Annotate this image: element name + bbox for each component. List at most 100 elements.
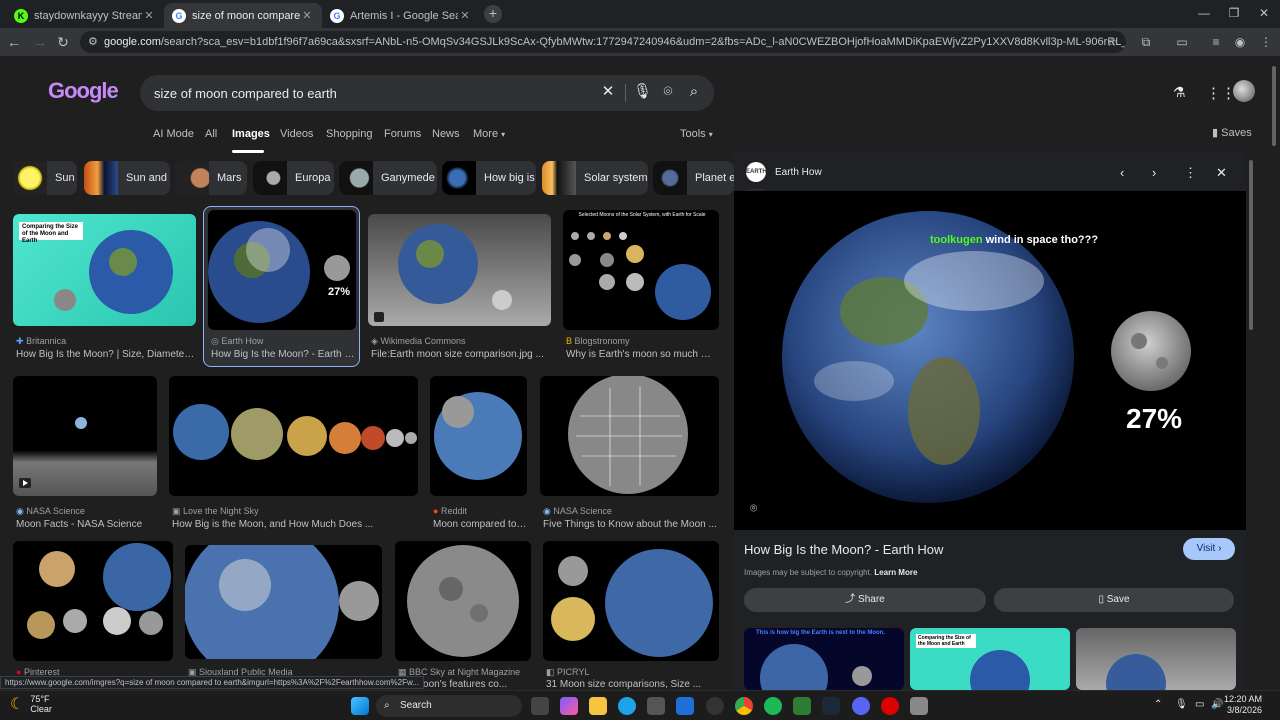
- tab-images[interactable]: Images: [232, 128, 270, 140]
- browser-tab-active[interactable]: G size of moon compared to earth ✕: [164, 3, 322, 28]
- reload-icon[interactable]: ↻: [55, 34, 71, 50]
- bookmark-star-icon[interactable]: ☆: [1104, 34, 1120, 50]
- volume-icon[interactable]: 🔊: [1211, 699, 1223, 710]
- weather-widget[interactable]: ☾ 75°F Clear: [10, 694, 52, 714]
- opera-icon[interactable]: [881, 697, 899, 715]
- preview-title[interactable]: How Big Is the Moon? - Earth How: [744, 542, 943, 557]
- close-window-icon[interactable]: ✕: [1254, 6, 1274, 20]
- panel-scrollbar[interactable]: [1249, 160, 1253, 330]
- system-clock[interactable]: 12:20 AM 3/8/2026: [1224, 694, 1262, 716]
- clear-search-icon[interactable]: ✕: [600, 84, 616, 100]
- spotify-icon[interactable]: [764, 697, 782, 715]
- tab-all[interactable]: All: [205, 128, 217, 140]
- result-card[interactable]: Comparing the Size of the Moon and Earth…: [13, 214, 196, 364]
- task-view-icon[interactable]: [531, 697, 549, 715]
- preview-site-name[interactable]: Earth How: [775, 167, 822, 178]
- chip-sun[interactable]: Sun: [13, 161, 77, 195]
- labs-flask-icon[interactable]: ⚗: [1173, 84, 1186, 101]
- menu-icon[interactable]: ⋮: [1258, 34, 1274, 50]
- browser-tab[interactable]: K staydownkayyy Stream - Watch ✕: [6, 3, 164, 28]
- chrome-icon[interactable]: [735, 697, 753, 715]
- close-tab-icon[interactable]: ✕: [142, 9, 156, 22]
- related-image[interactable]: [1076, 628, 1236, 690]
- chip-sun-and[interactable]: Sun and: [84, 161, 170, 195]
- edge-icon[interactable]: [618, 697, 636, 715]
- result-card-selected[interactable]: 27% ◎ Earth How How Big Is the Moon? - E…: [208, 210, 356, 364]
- chip-planet-earth[interactable]: Planet ea: [653, 161, 734, 195]
- github-icon[interactable]: [706, 697, 724, 715]
- result-caption[interactable]: Moon compared to ...: [433, 519, 527, 530]
- tab-shopping[interactable]: Shopping: [326, 128, 373, 140]
- chip-how-big-is[interactable]: How big is: [442, 161, 536, 195]
- back-icon[interactable]: ←: [6, 34, 22, 50]
- result-card[interactable]: ◉ NASA Science Moon Facts - NASA Science: [13, 376, 157, 530]
- result-card[interactable]: ▣ Love the Night Sky How Big is the Moon…: [169, 376, 418, 530]
- extensions-icon[interactable]: ⧉: [1138, 34, 1154, 50]
- page-scrollbar[interactable]: [1272, 66, 1276, 146]
- close-tab-icon[interactable]: ✕: [300, 9, 314, 22]
- more-options-icon[interactable]: ⋮: [1184, 165, 1197, 181]
- result-caption[interactable]: Five Things to Know about the Moon ...: [543, 519, 719, 530]
- visit-button[interactable]: Visit ›: [1183, 538, 1235, 560]
- search-icon[interactable]: ⌕: [686, 84, 702, 100]
- tools-button[interactable]: Tools ▾: [680, 128, 713, 140]
- google-logo[interactable]: Google: [48, 78, 119, 104]
- taskbar-search[interactable]: ⌕ Search: [376, 695, 522, 717]
- steam-icon[interactable]: [822, 697, 840, 715]
- result-caption[interactable]: File:Earth moon size comparison.jpg ...: [371, 349, 551, 360]
- save-button[interactable]: ▯ Save: [994, 588, 1234, 612]
- tab-videos[interactable]: Videos: [280, 128, 313, 140]
- close-preview-icon[interactable]: ✕: [1216, 165, 1227, 181]
- network-icon[interactable]: ▭: [1195, 699, 1204, 710]
- result-card[interactable]: ● Pinterest: [13, 541, 173, 690]
- mail-icon[interactable]: [676, 697, 694, 715]
- related-image[interactable]: Comparing the Size of the Moon and Earth: [910, 628, 1070, 690]
- result-caption[interactable]: Moon Facts - NASA Science: [16, 519, 156, 530]
- tab-news[interactable]: News: [432, 128, 460, 140]
- tray-chevron-icon[interactable]: ⌃: [1154, 699, 1162, 710]
- chip-europa[interactable]: Europa: [253, 161, 334, 195]
- chip-solar-system[interactable]: Solar system: [542, 161, 648, 195]
- cast-icon[interactable]: ▭: [1174, 34, 1190, 50]
- result-caption[interactable]: Why is Earth's moon so much big...: [566, 349, 716, 360]
- result-caption[interactable]: How Big is the Moon, and How Much Does .…: [172, 519, 418, 530]
- close-tab-icon[interactable]: ✕: [458, 9, 472, 22]
- search-input[interactable]: size of moon compared to earth: [140, 75, 714, 111]
- result-caption[interactable]: How Big Is the Moon? - Earth H...: [211, 349, 356, 360]
- lens-camera-icon[interactable]: ⌾: [660, 84, 676, 100]
- site-info-icon[interactable]: ⚙: [88, 35, 98, 48]
- related-image[interactable]: This is how big the Earth is next to the…: [744, 628, 904, 690]
- tab-more[interactable]: More ▾: [473, 128, 505, 140]
- forward-icon[interactable]: →: [32, 34, 48, 50]
- result-card[interactable]: Selected Moons of the Solar System, with…: [563, 210, 719, 364]
- profile-icon[interactable]: ◉: [1232, 34, 1248, 50]
- result-card[interactable]: ◉ NASA Science Five Things to Know about…: [540, 376, 719, 530]
- minimize-icon[interactable]: —: [1194, 6, 1214, 20]
- start-icon[interactable]: [351, 697, 369, 715]
- microphone-icon[interactable]: 🎙: [633, 84, 652, 100]
- result-card[interactable]: ▦ BBC Sky at Night Magazine ...e Moon's …: [395, 541, 531, 690]
- copilot-icon[interactable]: [560, 697, 578, 715]
- chip-ganymede[interactable]: Ganymede: [339, 161, 437, 195]
- restore-icon[interactable]: ❐: [1224, 6, 1244, 20]
- store-icon[interactable]: [647, 697, 665, 715]
- new-tab-button[interactable]: +: [484, 5, 502, 23]
- share-button[interactable]: ⤴ Share: [744, 588, 986, 612]
- result-card[interactable]: ● Reddit Moon compared to ...: [430, 376, 527, 530]
- discord-icon[interactable]: [852, 697, 870, 715]
- learn-more-link[interactable]: Learn More: [874, 568, 917, 577]
- result-card[interactable]: ◧ PICRYL 31 Moon size comparisons, Size …: [543, 541, 719, 690]
- browser-tab[interactable]: G Artemis I - Google Search ✕: [322, 3, 480, 28]
- tab-forums[interactable]: Forums: [384, 128, 421, 140]
- media-icon[interactable]: ≡: [1208, 34, 1224, 50]
- preview-image[interactable]: toolkugen wind in space tho??? 27% ⌾: [734, 191, 1246, 530]
- account-avatar[interactable]: [1233, 80, 1255, 102]
- saves-button[interactable]: ▮ Saves: [1212, 126, 1252, 139]
- result-card[interactable]: ◈ Wikimedia Commons File:Earth moon size…: [368, 214, 551, 364]
- lens-search-icon[interactable]: ⌾: [750, 501, 757, 516]
- result-card[interactable]: ▣ Siouxland Public Media: [185, 545, 382, 690]
- result-caption[interactable]: How Big Is the Moon? | Size, Diameter ..…: [16, 349, 196, 360]
- settings-icon[interactable]: [910, 697, 928, 715]
- previous-icon[interactable]: ‹: [1120, 165, 1124, 180]
- address-bar[interactable]: ⚙ google.com/search?sca_esv=b1dbf1f96f7a…: [80, 31, 1126, 53]
